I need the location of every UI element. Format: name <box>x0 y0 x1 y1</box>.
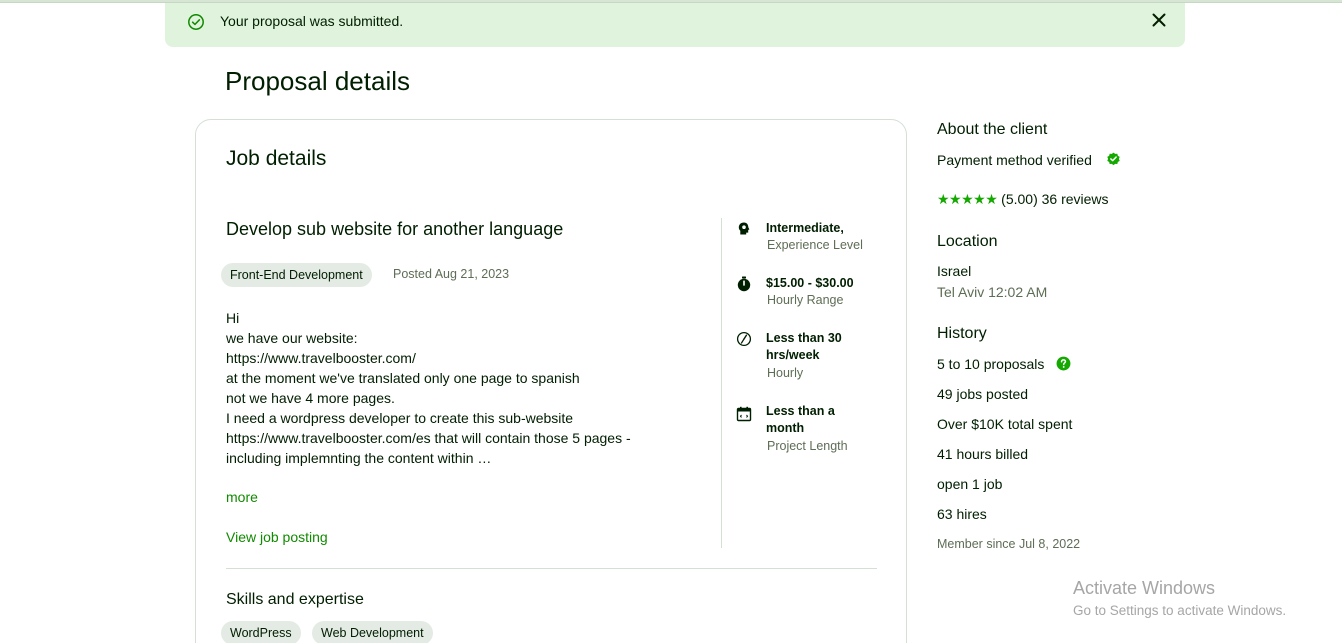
client-local-time: Tel Aviv 12:02 AM <box>937 284 1048 300</box>
about-client-heading: About the client <box>937 121 1048 138</box>
success-banner: Your proposal was submitted. <box>165 3 1185 47</box>
skill-tag-wordpress[interactable]: WordPress <box>221 621 301 643</box>
job-details-card: Job details Develop sub website for anot… <box>195 119 907 643</box>
description-line: we have our website: <box>226 330 358 346</box>
description-line: https://www.travelbooster.com/es that wi… <box>226 430 631 446</box>
job-description: Hi we have our website: https://www.trav… <box>226 308 696 468</box>
description-line: not we have 4 more pages. <box>226 390 395 406</box>
experience-level-value: Intermediate, <box>766 221 844 235</box>
client-rating: ★★★★★ (5.00) 36 reviews <box>937 191 1109 208</box>
hours-per-week-value: Less than 30 hrs/week <box>766 331 842 362</box>
verified-badge-icon <box>1107 152 1120 166</box>
member-since: Member since Jul 8, 2022 <box>937 537 1081 551</box>
history-heading: History <box>937 325 987 342</box>
jobs-posted: 49 jobs posted <box>937 386 1029 402</box>
description-line: Hi <box>226 310 240 326</box>
horizontal-divider <box>226 568 877 569</box>
description-line: https://www.travelbooster.com/ <box>226 350 416 366</box>
help-icon[interactable] <box>1056 356 1071 371</box>
experience-level-label: Experience Level <box>767 238 863 252</box>
category-tag[interactable]: Front-End Development <box>221 263 372 287</box>
clock-icon <box>737 276 751 292</box>
client-country: Israel <box>937 263 972 279</box>
open-jobs: open 1 job <box>937 476 1003 492</box>
rating-stars: ★★★★★ <box>937 191 998 207</box>
hourly-range-value: $15.00 - $30.00 <box>766 276 854 290</box>
calendar-icon <box>736 406 752 422</box>
project-length-label: Project Length <box>767 439 848 453</box>
job-details-heading: Job details <box>226 147 327 170</box>
hours-icon <box>736 331 752 347</box>
hires-count: 63 hires <box>937 506 987 522</box>
close-icon[interactable] <box>1150 11 1168 29</box>
description-line: at the moment we've translated only one … <box>226 370 580 386</box>
rating-text: (5.00) 36 reviews <box>1001 191 1109 207</box>
payment-verified: Payment method verified <box>937 152 1121 168</box>
skill-tag-web-development[interactable]: Web Development <box>312 621 433 643</box>
payment-verified-text: Payment method verified <box>937 152 1092 168</box>
experience-level-icon <box>738 222 750 235</box>
banner-message: Your proposal was submitted. <box>220 13 404 29</box>
check-circle-icon <box>188 14 204 30</box>
activate-windows-subtitle: Go to Settings to activate Windows. <box>1073 603 1287 618</box>
posted-date: Posted Aug 21, 2023 <box>393 267 510 281</box>
description-line: I need a wordpress developer to create t… <box>226 410 574 426</box>
hours-per-week-label: Hourly <box>767 366 804 380</box>
more-link[interactable]: more <box>226 489 258 505</box>
hours-billed: 41 hours billed <box>937 446 1029 462</box>
description-line: including implemnting the content within… <box>226 450 492 466</box>
skills-heading: Skills and expertise <box>226 591 364 608</box>
vertical-divider <box>721 218 722 548</box>
project-length-value: Less than a month <box>766 404 835 435</box>
total-spent: Over $10K total spent <box>937 416 1073 432</box>
page-title: Proposal details <box>225 66 410 96</box>
proposals-count: 5 to 10 proposals <box>937 356 1071 372</box>
job-title: Develop sub website for another language <box>226 219 564 239</box>
location-heading: Location <box>937 233 998 250</box>
hourly-range-label: Hourly Range <box>767 293 844 307</box>
proposals-text: 5 to 10 proposals <box>937 356 1045 372</box>
activate-windows-title: Activate Windows <box>1073 578 1216 598</box>
view-job-posting-link[interactable]: View job posting <box>226 529 328 545</box>
